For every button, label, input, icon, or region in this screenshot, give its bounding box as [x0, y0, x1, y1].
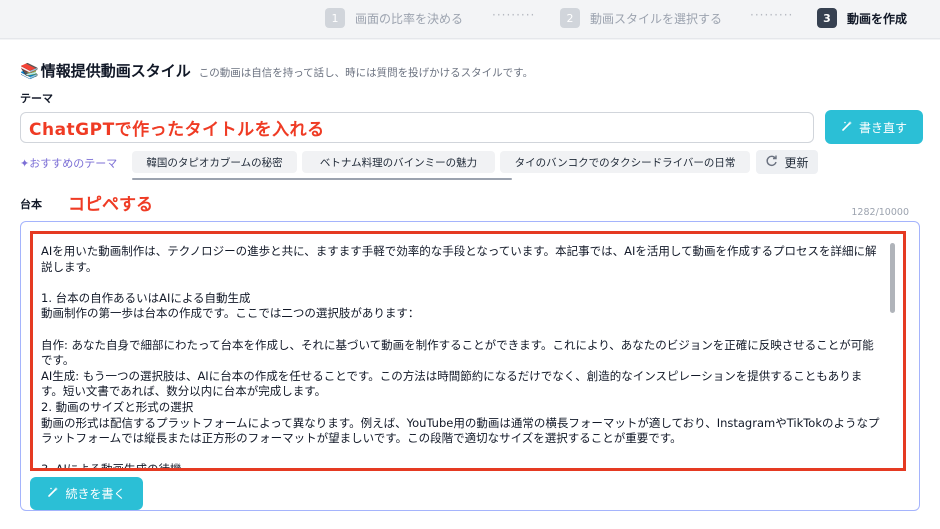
character-count: 1282/10000 — [851, 207, 909, 218]
script-textarea[interactable]: AIを用いた動画制作は、テクノロジーの進歩と共に、ますます手軽で効率的な手段とな… — [30, 231, 906, 471]
chips-scrollbar[interactable] — [132, 178, 512, 180]
script-editor[interactable]: AIを用いた動画制作は、テクノロジーの進歩と共に、ますます手軽で効率的な手段とな… — [20, 221, 920, 511]
theme-chip[interactable]: ベトナム料理のバインミーの魅力 — [302, 151, 495, 173]
refresh-button[interactable]: 更新 — [756, 150, 818, 174]
rewrite-button-label: 書き直す — [858, 120, 907, 135]
theme-label: テーマ — [20, 92, 53, 105]
step-label: 動画スタイルを選択する — [590, 11, 723, 26]
step-label: 画面の比率を決める — [355, 11, 464, 26]
theme-input-value: ChatGPTで作ったタイトルを入れる — [29, 120, 325, 140]
theme-chip[interactable]: タイのバンコクでのタクシードライバーの日常 — [500, 151, 750, 173]
script-label: 台本 — [20, 198, 42, 211]
script-body: AIを用いた動画制作は、テクノロジーの進歩と共に、ますます手軽で効率的な手段とな… — [41, 244, 880, 471]
continue-writing-label: 続きを書く — [65, 487, 126, 501]
step-separator: ········· — [492, 8, 536, 22]
theme-chip[interactable]: 韓国のタピオカブームの秘密 — [132, 151, 297, 173]
refresh-button-label: 更新 — [784, 155, 809, 170]
step-number: 1 — [325, 8, 345, 28]
recommended-themes-label: ✦おすすめのテーマ — [20, 157, 118, 170]
stepper: 1 画面の比率を決める ········· 2 動画スタイルを選択する ····… — [0, 0, 940, 39]
style-header: 📚 情報提供動画スタイル この動画は自信を持って話し、時には質問を投げかけるスタ… — [20, 60, 533, 81]
rewrite-button[interactable]: 書き直す — [825, 110, 923, 144]
step-2[interactable]: 2 動画スタイルを選択する — [560, 8, 722, 28]
theme-input[interactable]: ChatGPTで作ったタイトルを入れる — [20, 112, 814, 143]
magic-wand-icon — [47, 486, 59, 501]
magic-wand-icon — [841, 120, 853, 135]
recommended-themes: ✦おすすめのテーマ 韓国のタピオカブームの秘密 ベトナム料理のバインミーの魅力 … — [20, 150, 900, 180]
script-scrollbar[interactable] — [890, 243, 895, 313]
step-number: 2 — [560, 8, 580, 28]
step-3[interactable]: 3 動画を作成 — [817, 8, 907, 28]
step-separator: ········· — [750, 8, 794, 22]
continue-writing-button[interactable]: 続きを書く — [30, 477, 143, 510]
style-title: 情報提供動画スタイル — [40, 62, 191, 80]
copy-paste-annotation: コピペする — [68, 195, 153, 215]
step-number: 3 — [817, 8, 837, 28]
refresh-icon — [765, 154, 778, 170]
video-creation-panel: 📚 情報提供動画スタイル この動画は自信を持って話し、時には質問を投げかけるスタ… — [0, 40, 940, 529]
books-icon: 📚 — [20, 62, 39, 80]
step-1[interactable]: 1 画面の比率を決める — [325, 8, 463, 28]
style-description: この動画は自信を持って話し、時には質問を投げかけるスタイルです。 — [198, 67, 534, 79]
step-label: 動画を作成 — [847, 11, 908, 26]
